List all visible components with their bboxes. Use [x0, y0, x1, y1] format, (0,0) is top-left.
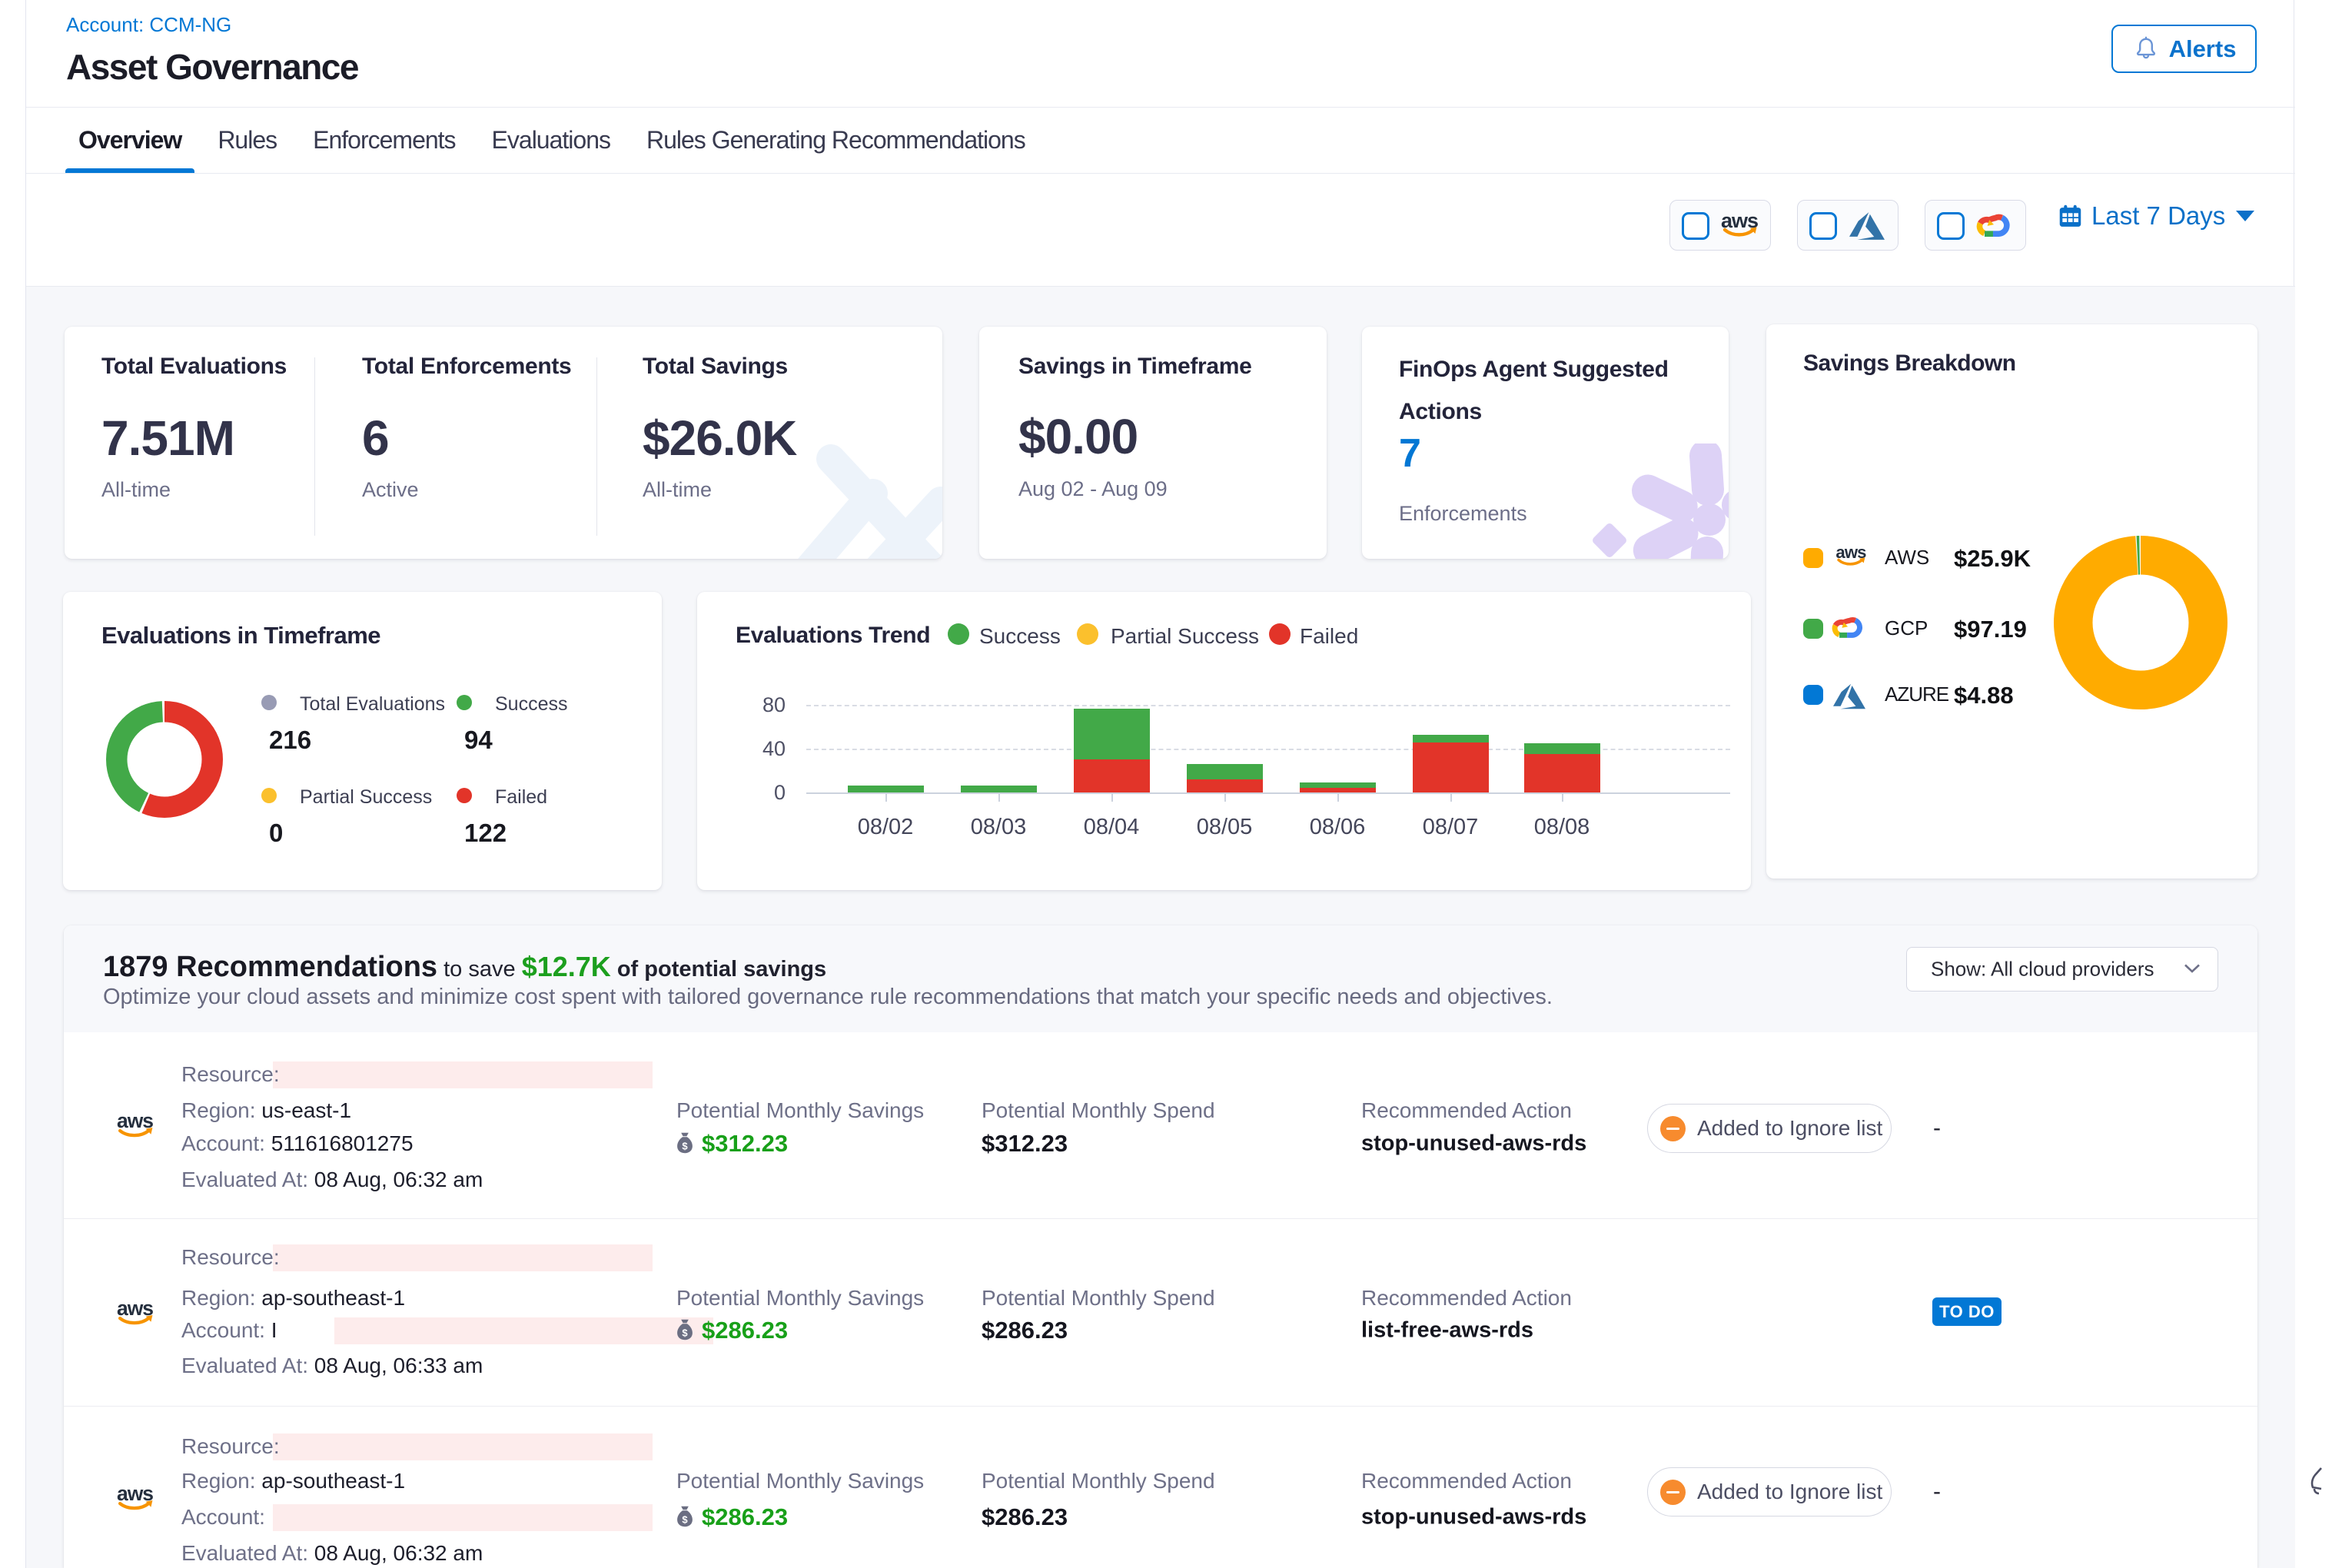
svg-text:$: $: [682, 1141, 688, 1152]
svg-text:$: $: [682, 1327, 688, 1339]
svg-text:$: $: [682, 1514, 688, 1526]
